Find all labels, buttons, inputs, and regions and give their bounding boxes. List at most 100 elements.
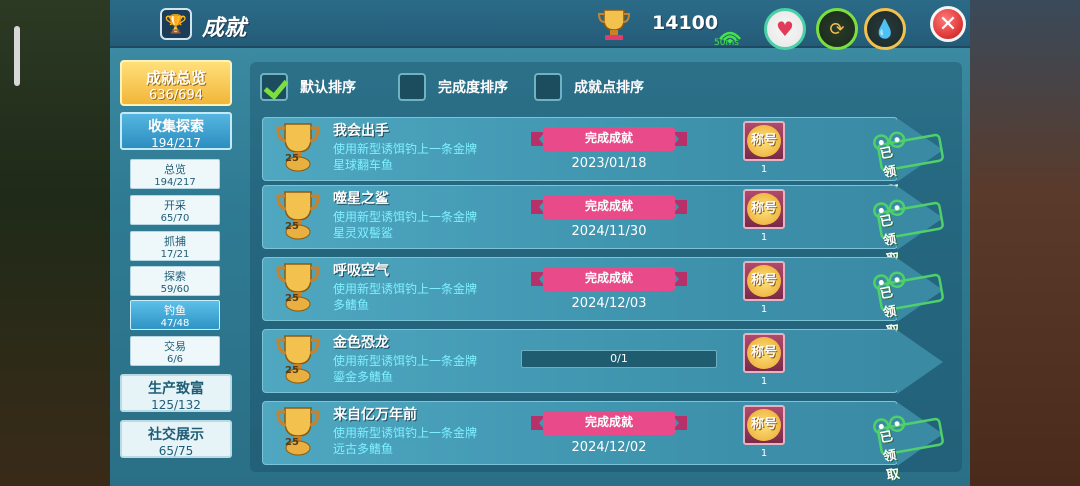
achievement-desc-line1: 使用新型诱饵钓上一条金牌 <box>333 282 478 296</box>
nav-sub-mining[interactable]: 开采 65/70 <box>130 195 220 225</box>
achievement-desc-line2: 多鳍鱼 <box>333 298 370 312</box>
water-drop-icon[interactable]: 💧 <box>864 8 906 50</box>
nav-sub-label: 总览 <box>164 163 186 176</box>
completion-status: 完成成就 <box>584 199 633 213</box>
achievement-name: 呼吸空气 <box>333 263 389 279</box>
nav-sub-count: 17/21 <box>160 249 190 260</box>
achievement-desc-line1: 使用新型诱饵钓上一条金牌 <box>333 210 478 224</box>
nav-sub-label: 钓鱼 <box>164 304 186 317</box>
nav-sub-capture[interactable]: 抓捕 17/21 <box>130 231 220 261</box>
nav-count: 636/694 <box>148 88 203 103</box>
nav-sub-label: 交易 <box>164 340 186 353</box>
nav-sub-count: 6/6 <box>166 354 184 365</box>
gold-trophy-icon <box>276 407 320 456</box>
achievement-row[interactable]: 25 金色恐龙 使用新型诱饵钓上一条金牌 鎏金多鳍鱼 0/1 称号 1 <box>262 329 943 394</box>
achievement-name: 噬星之鲨 <box>333 191 389 207</box>
stamina-icon[interactable]: ⟳ <box>816 8 858 50</box>
achievement-points: 25 <box>285 437 299 448</box>
gold-trophy-icon <box>276 263 320 312</box>
achievement-desc: 使用新型诱饵钓上一条金牌 鎏金多鳍鱼 <box>333 353 523 385</box>
nav-label: 生产致富 <box>148 381 204 397</box>
nav-sub-count: 194/217 <box>154 177 196 188</box>
row-tail <box>897 330 943 394</box>
completion-date: 2023/01/18 <box>571 156 647 171</box>
achievement-desc-line2: 远古多鳍鱼 <box>333 442 394 456</box>
achievement-desc-line2: 星灵双髻鲨 <box>333 226 394 240</box>
achievement-row[interactable]: 25 来自亿万年前 使用新型诱饵钓上一条金牌 远古多鳍鱼 完成成就 2024/12/02 称… <box>262 401 944 484</box>
nav-sub-overview[interactable]: 总览 194/217 <box>130 159 220 189</box>
completion-date: 2024/11/30 <box>571 224 647 239</box>
achievement-points: 25 <box>285 293 299 304</box>
achievement-row[interactable]: 25 呼吸空气 使用新型诱饵钓上一条金牌 多鳍鱼 完成成就 2024/12/03 称号 1 已领… <box>262 257 944 340</box>
title-badge-label: 称号 <box>747 125 781 157</box>
nav-social[interactable]: 社交展示 65/75 <box>120 420 232 458</box>
reward-count: 1 <box>760 448 768 459</box>
sort-label: 完成度排序 <box>438 80 508 96</box>
achievement-name: 我会出手 <box>333 123 389 139</box>
nav-sub-label: 探索 <box>164 270 186 283</box>
nav-sub-explore[interactable]: 探索 59/60 <box>130 266 220 296</box>
nav-count: 125/132 <box>151 398 201 412</box>
title-badge-label: 称号 <box>747 337 781 369</box>
achievement-name: 来自亿万年前 <box>333 407 417 423</box>
close-button[interactable]: ✕ <box>930 6 966 42</box>
title-reward-badge[interactable]: 称号 <box>743 121 785 161</box>
reward-count: 1 <box>760 164 768 175</box>
gold-trophy-icon <box>276 123 320 172</box>
nav-production[interactable]: 生产致富 125/132 <box>120 374 232 412</box>
side-drawer-handle[interactable] <box>14 26 20 86</box>
completion-status: 完成成就 <box>584 131 633 145</box>
title-reward-badge[interactable]: 称号 <box>743 189 785 229</box>
nav-label: 社交展示 <box>148 427 204 443</box>
achievement-desc: 使用新型诱饵钓上一条金牌 星灵双髻鲨 <box>333 209 523 241</box>
nav-label: 成就总览 <box>145 69 206 87</box>
achievement-name: 金色恐龙 <box>333 335 389 351</box>
page-title: 成就 <box>202 16 247 41</box>
achievement-points: 25 <box>285 221 299 232</box>
sort-label: 成就点排序 <box>574 80 644 96</box>
title-badge-label: 称号 <box>747 265 781 297</box>
achievement-row[interactable]: 25 噬星之鲨使用新型诱饵钓上一条金牌 星灵双髻鲨 完成成就 2024/11/30 称号 1… <box>262 185 944 268</box>
progress-bar: 0/1 <box>521 350 717 368</box>
reward-count: 1 <box>760 232 768 243</box>
heart-icon[interactable]: ♥ <box>764 8 806 50</box>
reward-count: 1 <box>760 304 768 315</box>
nav-sub-fishing[interactable]: 钓鱼 47/48 <box>130 300 220 330</box>
completion-date: 2024/12/02 <box>571 440 647 455</box>
title-reward-badge[interactable]: 称号 <box>743 261 785 301</box>
checkbox-icon[interactable] <box>398 73 426 101</box>
sort-points[interactable]: 成就点排序 <box>534 72 644 102</box>
achievement-desc-line1: 使用新型诱饵钓上一条金牌 <box>333 354 478 368</box>
progress-text: 0/1 <box>610 352 628 365</box>
nav-sub-label: 开采 <box>164 199 186 212</box>
title-badge-label: 称号 <box>747 193 781 225</box>
title-reward-badge[interactable]: 称号 <box>743 333 785 373</box>
achievement-desc: 使用新型诱饵钓上一条金牌 多鳍鱼 <box>333 281 523 313</box>
nav-achievement-overview[interactable]: 成就总览 636/694 <box>120 60 232 106</box>
achievement-desc-line2: 鎏金多鳍鱼 <box>333 370 394 384</box>
sort-completion[interactable]: 完成度排序 <box>398 72 508 102</box>
achievement-desc-line1: 使用新型诱饵钓上一条金牌 <box>333 142 478 156</box>
checkbox-checked-icon[interactable] <box>260 73 288 101</box>
nav-sub-trade[interactable]: 交易 6/6 <box>130 336 220 366</box>
title-reward-badge[interactable]: 称号 <box>743 405 785 445</box>
achievement-row[interactable]: 25 我会出手 使用新型诱饵钓上一条金牌 星球翻车鱼 完成成就 2023/01/18 称号 1… <box>262 117 944 200</box>
completion-date: 2024/12/03 <box>571 296 647 311</box>
gold-trophy-icon <box>276 335 320 384</box>
nav-collect-explore[interactable]: 收集探索 194/217 <box>120 112 232 150</box>
checkbox-icon[interactable] <box>534 73 562 101</box>
sort-default[interactable]: 默认排序 <box>260 72 356 102</box>
nav-count: 194/217 <box>151 136 201 150</box>
nav-count: 65/75 <box>158 444 194 458</box>
achievement-desc-line1: 使用新型诱饵钓上一条金牌 <box>333 426 478 440</box>
nav-sub-count: 47/48 <box>160 318 190 329</box>
nav-sub-count: 65/70 <box>160 213 190 224</box>
nav-label: 收集探索 <box>148 119 204 135</box>
nav-sub-count: 59/60 <box>160 284 190 295</box>
gold-trophy-icon <box>276 191 320 240</box>
achievement-desc: 使用新型诱饵钓上一条金牌 星球翻车鱼 <box>333 141 523 173</box>
latency-text: 50ms <box>714 38 739 48</box>
reward-count: 1 <box>760 376 768 387</box>
score-value: 14100 <box>652 12 719 34</box>
trophy-icon <box>597 9 631 40</box>
